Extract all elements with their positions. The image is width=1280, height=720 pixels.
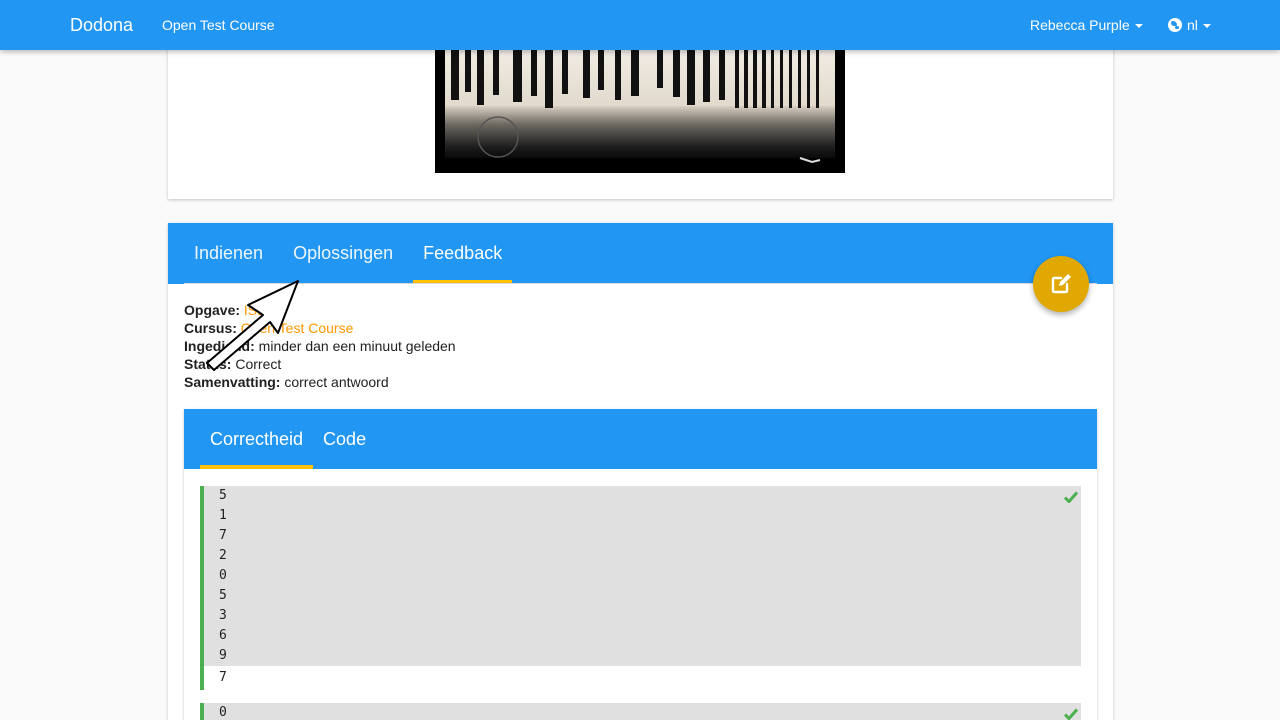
mouse-cursor-icon: [206, 280, 299, 371]
feedback-tabs: Correctheid Code: [200, 409, 376, 469]
submission-tabs: Indienen Oplossingen Feedback: [184, 223, 522, 284]
edit-submission-button[interactable]: [1033, 256, 1089, 312]
test-input: 0: [204, 703, 1081, 720]
input-line: 9: [219, 648, 227, 663]
input-line: 6: [219, 628, 227, 643]
input-line: 7: [219, 528, 227, 543]
language-menu[interactable]: nl: [1168, 17, 1211, 33]
top-navbar: Dodona Open Test Course Rebecca Purple n…: [0, 0, 1280, 50]
tab-oplossingen[interactable]: Oplossingen: [283, 223, 403, 284]
input-line: 2: [219, 548, 227, 563]
input-line: 5: [219, 588, 227, 603]
feedback-card-header: Correctheid Code: [184, 409, 1097, 469]
input-line: 5: [219, 488, 227, 503]
tab-correctheid[interactable]: Correctheid: [200, 409, 314, 469]
user-name: Rebecca Purple: [1030, 17, 1130, 33]
test-input: 5 1 7 2 0 5 3 6 9: [204, 486, 1081, 666]
checkmark-icon: [1064, 708, 1078, 720]
tab-indienen[interactable]: Indienen: [184, 223, 273, 284]
input-line: 3: [219, 608, 227, 623]
tab-feedback[interactable]: Feedback: [413, 223, 513, 284]
input-line: 0: [219, 705, 227, 720]
feedback-card: Correctheid Code 5 1 7 2 0 5 3 6 9 7 0: [184, 409, 1097, 720]
summary-value: correct antwoord: [284, 374, 389, 390]
tab-code[interactable]: Code: [313, 409, 376, 469]
checkmark-icon: [1064, 491, 1078, 503]
submission-card: Indienen Oplossingen Feedback Opgave: IS…: [168, 223, 1113, 720]
test-case: 0: [200, 703, 1081, 720]
edit-icon: [1051, 274, 1071, 294]
test-output: 7: [219, 670, 227, 685]
input-line: 1: [219, 508, 227, 523]
test-case: 5 1 7 2 0 5 3 6 9 7: [200, 486, 1081, 690]
input-line: 0: [219, 568, 227, 583]
course-link[interactable]: Open Test Course: [162, 17, 275, 33]
chevron-down-icon: [1134, 24, 1143, 28]
globe-icon: [1168, 18, 1182, 32]
user-menu[interactable]: Rebecca Purple: [1030, 17, 1143, 33]
tab-divider: [184, 283, 1097, 284]
summary-label: Samenvatting:: [184, 374, 281, 390]
chevron-down-icon: [1202, 24, 1211, 28]
brand-link[interactable]: Dodona: [70, 15, 133, 36]
language-label: nl: [1187, 17, 1198, 33]
exercise-image: [435, 50, 845, 173]
submission-card-header: Indienen Oplossingen Feedback: [168, 223, 1113, 284]
